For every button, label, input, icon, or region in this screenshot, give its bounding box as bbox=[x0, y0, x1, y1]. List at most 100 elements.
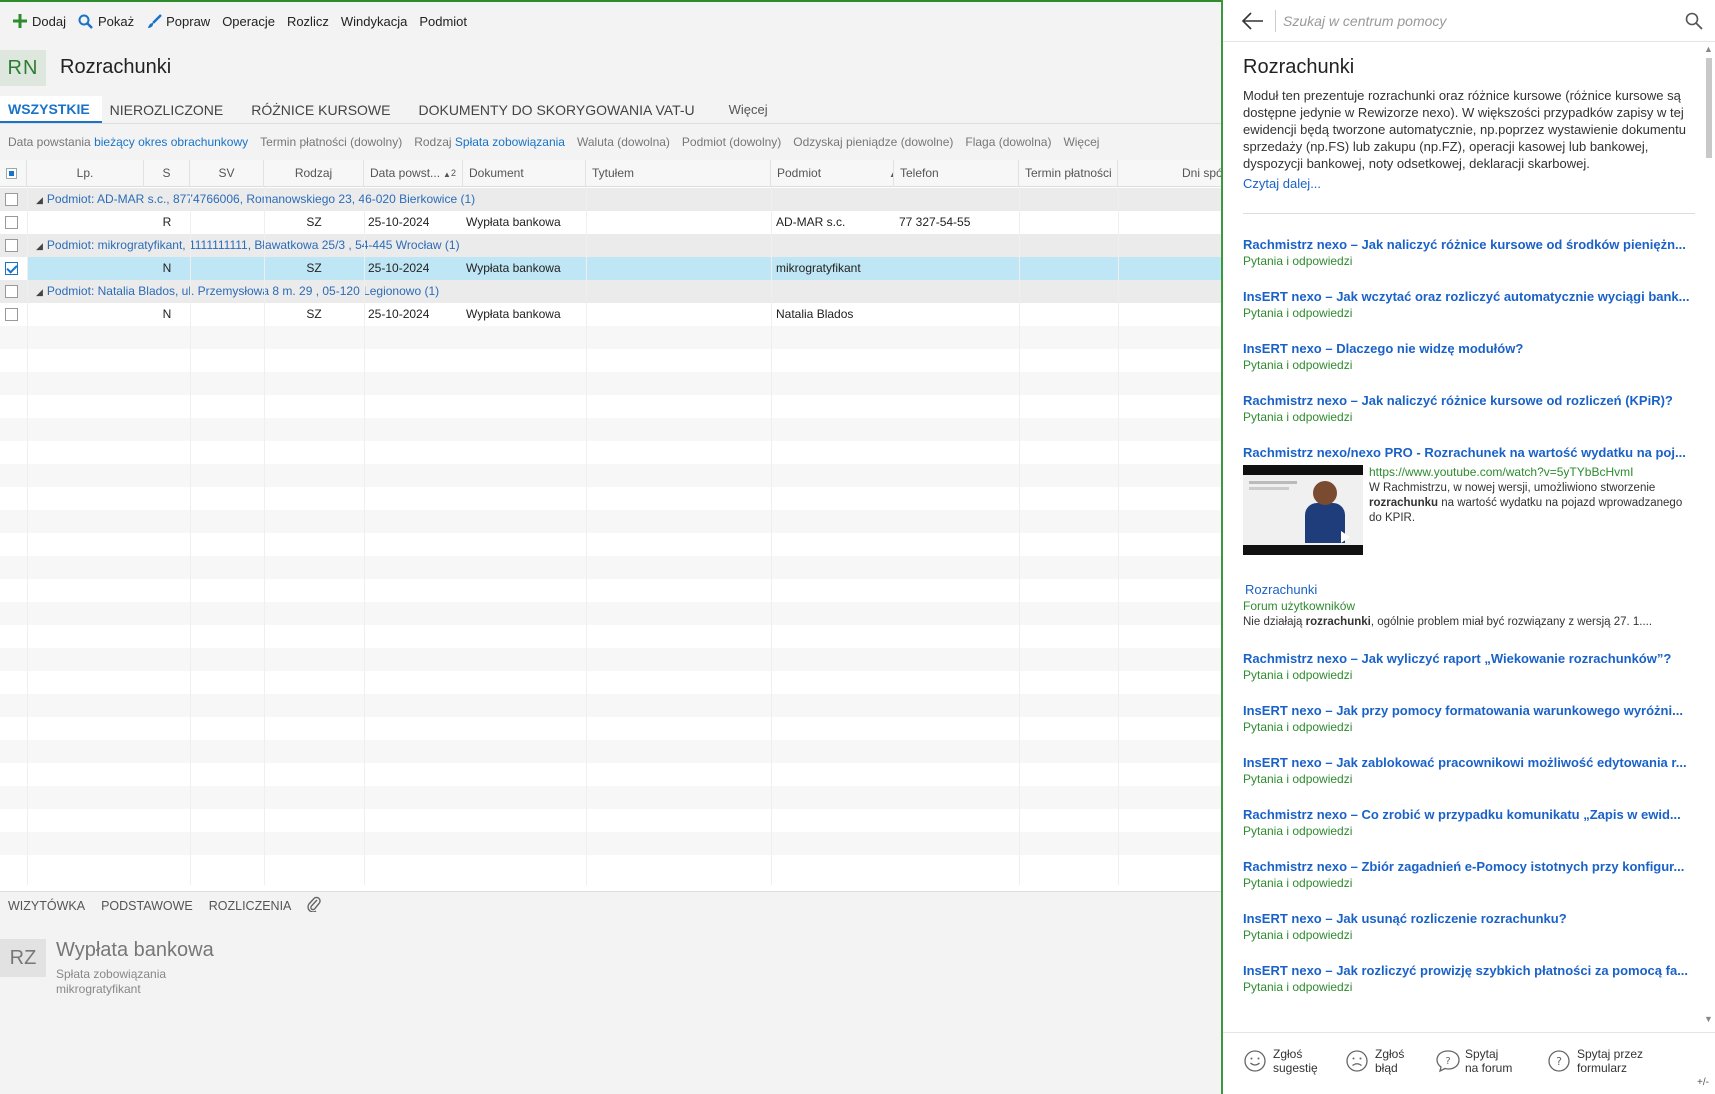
help-result-title[interactable]: Rachmistrz nexo – Jak naliczyć różnice k… bbox=[1243, 392, 1695, 409]
help-forum-result[interactable]: Rozrachunki Forum użytkowników Nie dział… bbox=[1243, 581, 1695, 630]
help-result-title[interactable]: Rachmistrz nexo – Jak naliczyć różnice k… bbox=[1243, 236, 1695, 253]
col-document[interactable]: Dokument bbox=[463, 160, 586, 187]
col-kind[interactable]: Rodzaj bbox=[264, 160, 364, 187]
tab-settlements[interactable]: ROZLICZENIA bbox=[201, 899, 300, 913]
tab-vat-documents[interactable]: DOKUMENTY DO SKORYGOWANIA VAT-U bbox=[410, 96, 706, 123]
group-row[interactable]: ◢ Podmiot: Natalia Blados, ul. Przemysłow… bbox=[0, 280, 1221, 303]
video-url[interactable]: https://www.youtube.com/watch?v=5yTYbBcH… bbox=[1369, 465, 1695, 479]
help-video-result[interactable]: Rachmistrz nexo/nexo PRO - Rozrachunek n… bbox=[1243, 444, 1695, 555]
tab-more[interactable]: Więcej bbox=[721, 96, 780, 123]
search-icon[interactable] bbox=[1685, 12, 1703, 30]
col-subject[interactable]: Podmiot▲1 bbox=[771, 160, 894, 187]
help-result-title[interactable]: Rachmistrz nexo – Co zrobić w przypadku … bbox=[1243, 806, 1695, 823]
table-row[interactable]: R SZ 25-10-2024 Wypłata bankowa AD-MAR s… bbox=[0, 211, 1221, 234]
group-label: ◢ Podmiot: mikrogratyfikant, 1111111111, … bbox=[36, 234, 460, 257]
row-checkbox[interactable] bbox=[5, 216, 18, 229]
help-search-input[interactable] bbox=[1283, 8, 1663, 34]
col-sv[interactable]: SV bbox=[190, 160, 264, 187]
col-lp[interactable]: Lp. bbox=[27, 160, 144, 187]
row-checkbox[interactable] bbox=[5, 285, 18, 298]
help-result-title[interactable]: InsERT nexo – Dlaczego nie widzę modułów… bbox=[1243, 340, 1695, 357]
help-result[interactable]: InsERT nexo – Jak zablokować pracownikow… bbox=[1243, 754, 1695, 786]
group-row[interactable]: ◢ Podmiot: AD-MAR s.c., 8774766006, Roman… bbox=[0, 188, 1221, 211]
tab-unsettled[interactable]: NIEROZLICZONE bbox=[102, 96, 236, 123]
help-result-title[interactable]: InsERT nexo – Jak usunąć rozliczenie roz… bbox=[1243, 910, 1695, 927]
row-checkbox-checked[interactable] bbox=[5, 262, 18, 275]
help-result-title[interactable]: InsERT nexo – Jak przy pomocy formatowan… bbox=[1243, 702, 1695, 719]
row-checkbox[interactable] bbox=[5, 193, 18, 206]
filter-subject[interactable]: Podmiot (dowolny) bbox=[682, 135, 781, 149]
operations-menu[interactable]: Operacje bbox=[216, 7, 281, 35]
filter-due-date[interactable]: Termin płatności (dowolny) bbox=[260, 135, 402, 149]
filter-created-date[interactable]: Data powstania bieżący okres obrachunkow… bbox=[8, 135, 248, 149]
settle-menu[interactable]: Rozlicz bbox=[281, 7, 335, 35]
collapse-triangle-icon[interactable]: ◢ bbox=[36, 287, 43, 297]
filter-currency[interactable]: Waluta (dowolna) bbox=[577, 135, 670, 149]
help-result-title[interactable]: Rachmistrz nexo – Zbiór zagadnień e-Pomo… bbox=[1243, 858, 1695, 875]
col-days-overdue[interactable]: Dni spó bbox=[1118, 160, 1221, 187]
read-more-link[interactable]: Czytaj dalej... bbox=[1243, 176, 1695, 191]
form-label: Spytaj przez formularz bbox=[1577, 1047, 1657, 1075]
paperclip-icon[interactable] bbox=[299, 896, 329, 915]
help-result[interactable]: InsERT nexo – Jak przy pomocy formatowan… bbox=[1243, 702, 1695, 734]
show-button[interactable]: Pokaż bbox=[72, 7, 140, 35]
help-result-title[interactable]: InsERT nexo – Jak zablokować pracownikow… bbox=[1243, 754, 1695, 771]
help-result[interactable]: InsERT nexo – Jak usunąć rozliczenie roz… bbox=[1243, 910, 1695, 942]
help-actions: Zgłoś sugestię Zgłoś błąd ? Spytaj na forum… bbox=[1223, 1032, 1715, 1094]
help-forum-title[interactable]: Rozrachunki bbox=[1243, 581, 1695, 598]
table-row[interactable]: N SZ 25-10-2024 Wypłata bankowa Natalia … bbox=[0, 303, 1221, 326]
help-result[interactable]: Rachmistrz nexo – Jak naliczyć różnice k… bbox=[1243, 392, 1695, 424]
collapse-triangle-icon[interactable]: ◢ bbox=[36, 241, 43, 251]
scroll-down-icon[interactable]: ▼ bbox=[1704, 1014, 1713, 1024]
scroll-thumb[interactable] bbox=[1706, 58, 1712, 158]
filter-recover-money[interactable]: Odzyskaj pieniądze (dowolne) bbox=[793, 135, 953, 149]
row-checkbox[interactable] bbox=[5, 308, 18, 321]
play-icon[interactable] bbox=[1341, 531, 1350, 543]
empty-row bbox=[0, 372, 1221, 395]
col-phone[interactable]: Telefon bbox=[894, 160, 1019, 187]
tab-rate-differences[interactable]: RÓŻNICE KURSOWE bbox=[243, 96, 402, 123]
collection-menu[interactable]: Windykacja bbox=[335, 7, 413, 35]
video-thumbnail[interactable] bbox=[1243, 465, 1363, 555]
scroll-up-icon[interactable]: ▲ bbox=[1704, 44, 1713, 54]
back-arrow-icon[interactable] bbox=[1241, 10, 1265, 32]
zoom-toggle[interactable]: +/- bbox=[1697, 1077, 1709, 1088]
select-all-checkbox[interactable] bbox=[6, 168, 17, 179]
ask-form-button[interactable]: ? Spytaj przez formularz bbox=[1547, 1047, 1657, 1075]
header-select-all[interactable] bbox=[0, 160, 27, 187]
filter-more[interactable]: Więcej bbox=[1063, 135, 1099, 149]
row-checkbox[interactable] bbox=[5, 239, 18, 252]
help-results[interactable]: Rozrachunki Moduł ten prezentuje rozrach… bbox=[1223, 42, 1715, 1032]
collapse-triangle-icon[interactable]: ◢ bbox=[36, 195, 43, 205]
help-video-title[interactable]: Rachmistrz nexo/nexo PRO - Rozrachunek n… bbox=[1243, 444, 1695, 461]
filter-kind[interactable]: Rodzaj Spłata zobowiązania bbox=[414, 135, 565, 149]
report-bug-button[interactable]: Zgłoś błąd bbox=[1345, 1047, 1437, 1075]
help-result-title[interactable]: InsERT nexo – Jak rozliczyć prowizję szy… bbox=[1243, 962, 1695, 979]
tab-card[interactable]: WIZYTÓWKA bbox=[0, 899, 93, 913]
suggest-button[interactable]: Zgłoś sugestię bbox=[1243, 1047, 1335, 1075]
help-result-title[interactable]: InsERT nexo – Jak wczytać oraz rozliczyć… bbox=[1243, 288, 1695, 305]
tab-basic[interactable]: PODSTAWOWE bbox=[93, 899, 201, 913]
empty-row bbox=[0, 556, 1221, 579]
col-due-date[interactable]: Termin płatności bbox=[1019, 160, 1118, 187]
group-row[interactable]: ◢ Podmiot: mikrogratyfikant, 1111111111, … bbox=[0, 234, 1221, 257]
help-result[interactable]: InsERT nexo – Jak rozliczyć prowizję szy… bbox=[1243, 962, 1695, 994]
add-button[interactable]: Dodaj bbox=[6, 7, 72, 35]
col-title[interactable]: Tytułem bbox=[586, 160, 771, 187]
help-result[interactable]: Rachmistrz nexo – Co zrobić w przypadku … bbox=[1243, 806, 1695, 838]
table-row-selected[interactable]: N SZ 25-10-2024 Wypłata bankowa mikrogra… bbox=[0, 257, 1221, 280]
help-scrollbar[interactable]: ▲ ▼ bbox=[1703, 42, 1713, 1032]
help-result[interactable]: Rachmistrz nexo – Zbiór zagadnień e-Pomo… bbox=[1243, 858, 1695, 890]
edit-button[interactable]: Popraw bbox=[140, 7, 216, 35]
filter-flag[interactable]: Flaga (dowolna) bbox=[965, 135, 1051, 149]
help-result[interactable]: Rachmistrz nexo – Jak wyliczyć raport „W… bbox=[1243, 650, 1695, 682]
tab-all[interactable]: WSZYSTKIE bbox=[0, 96, 102, 123]
subject-menu[interactable]: Podmiot bbox=[413, 7, 473, 35]
help-result-title[interactable]: Rachmistrz nexo – Jak wyliczyć raport „W… bbox=[1243, 650, 1695, 667]
col-s[interactable]: S bbox=[144, 160, 190, 187]
help-result[interactable]: Rachmistrz nexo – Jak naliczyć różnice k… bbox=[1243, 236, 1695, 268]
ask-forum-button[interactable]: ? Spytaj na forum bbox=[1435, 1047, 1527, 1075]
help-result[interactable]: InsERT nexo – Dlaczego nie widzę modułów… bbox=[1243, 340, 1695, 372]
help-result[interactable]: InsERT nexo – Jak wczytać oraz rozliczyć… bbox=[1243, 288, 1695, 320]
col-created[interactable]: Data powst... ▲2 bbox=[364, 160, 463, 187]
